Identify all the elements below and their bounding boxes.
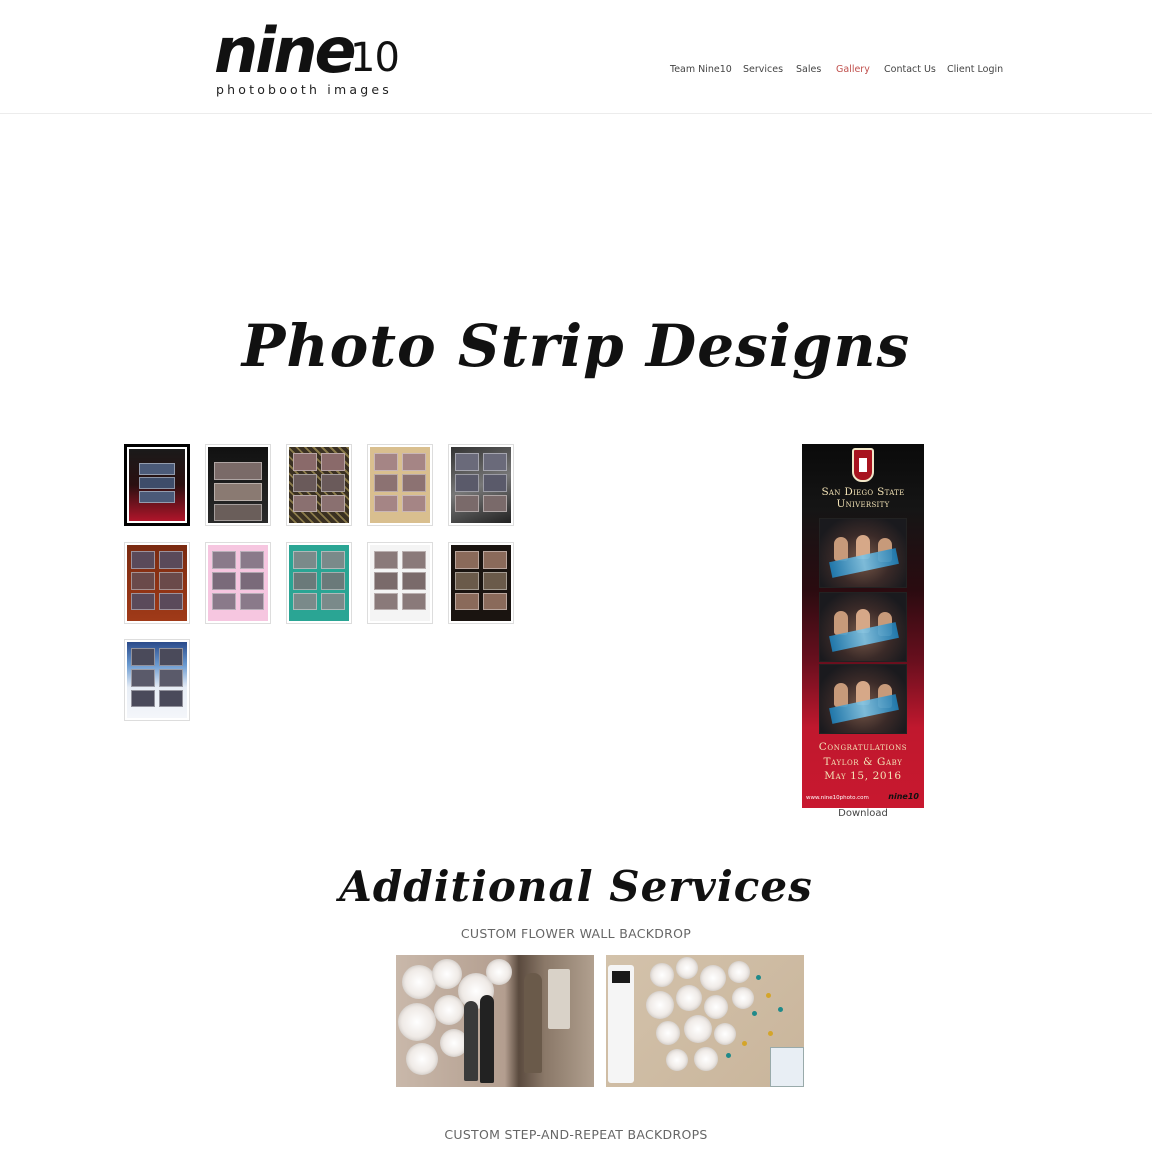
gallery-thumbnail[interactable]	[286, 444, 352, 526]
preview-footer-logo: nine10	[888, 792, 919, 801]
site-logo[interactable]: nine 10 photobooth images	[214, 18, 414, 100]
nav-contact-us[interactable]: Contact Us	[884, 64, 936, 75]
nav-sales[interactable]: Sales	[796, 64, 821, 75]
gallery-thumbnail[interactable]	[124, 639, 190, 721]
gallery-thumbnail[interactable]	[448, 542, 514, 624]
service-label-flower-wall: CUSTOM FLOWER WALL BACKDROP	[460, 926, 692, 941]
logo-wordmark: nine	[214, 14, 357, 87]
preview-photo	[819, 664, 907, 734]
flower-wall-photo[interactable]	[396, 955, 594, 1087]
flower-wall-booth-photo[interactable]	[606, 955, 804, 1087]
gallery-thumbnail[interactable]	[448, 444, 514, 526]
nav-client-login[interactable]: Client Login	[947, 64, 1003, 75]
university-seal-icon	[852, 448, 874, 482]
site-header: nine 10 photobooth images Team Nine10 Se…	[0, 0, 1152, 114]
preview-congrats-line2: Taylor & Gaby	[823, 755, 903, 768]
download-link[interactable]: Download	[802, 808, 924, 819]
preview-date: May 15, 2016	[824, 770, 902, 782]
gallery-title: Photo Strip Designs	[241, 312, 911, 380]
nav-team-nine10[interactable]: Team Nine10	[670, 64, 732, 75]
gallery-thumbnail[interactable]	[205, 542, 271, 624]
strip-preview: San Diego State University Congratulatio…	[802, 444, 924, 808]
gallery-thumbnail[interactable]	[124, 444, 190, 526]
gallery-thumbnail[interactable]	[367, 542, 433, 624]
gallery-thumbnail[interactable]	[367, 444, 433, 526]
preview-photo	[819, 592, 907, 662]
gallery-thumbnail[interactable]	[205, 444, 271, 526]
preview-school-name: San Diego State University	[821, 486, 905, 510]
preview-footer-url: www.nine10photo.com	[806, 795, 869, 801]
services-title: Additional Services	[339, 862, 813, 911]
preview-congrats: Congratulations Taylor & Gaby May 15, 20…	[802, 740, 924, 784]
nav-gallery[interactable]: Gallery	[836, 64, 870, 75]
preview-photo	[819, 518, 907, 588]
logo-tagline: photobooth images	[216, 82, 392, 97]
nav-services[interactable]: Services	[743, 64, 783, 75]
gallery-thumbnail[interactable]	[124, 542, 190, 624]
gallery-thumbnail[interactable]	[286, 542, 352, 624]
logo-number: 10	[350, 35, 400, 81]
service-label-step-and-repeat: CUSTOM STEP-AND-REPEAT BACKDROPS	[444, 1127, 708, 1142]
preview-congrats-line1: Congratulations	[818, 741, 908, 753]
